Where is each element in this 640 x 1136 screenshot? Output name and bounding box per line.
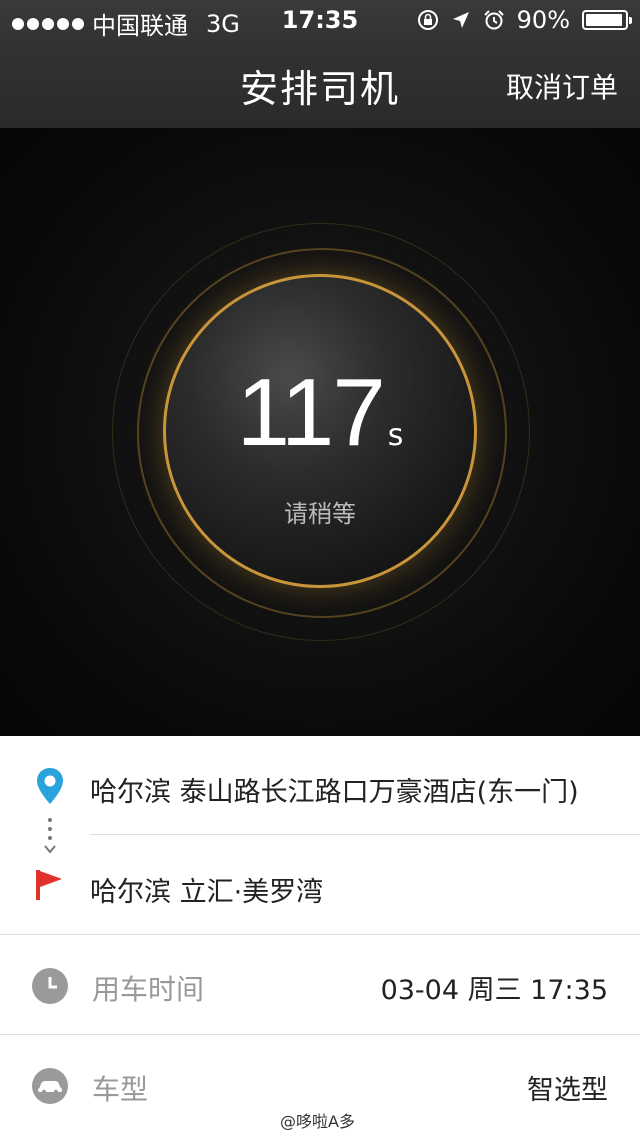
divider (0, 1034, 640, 1035)
battery-icon (582, 10, 632, 30)
status-right: 90% (417, 6, 632, 34)
watermark: @哆啦A多 (280, 1112, 355, 1131)
clock-icon (32, 968, 68, 1004)
start-address[interactable]: 哈尔滨 泰山路长江路口万豪酒店(东一门) (90, 770, 579, 809)
time-label: 用车时间 (92, 973, 205, 1006)
location-arrow-icon (452, 12, 469, 28)
countdown-stage: 117 s 请稍等 (0, 128, 640, 736)
trip-info-panel: 哈尔滨 泰山路长江路口万豪酒店(东一门) 哈尔滨 立汇·美罗湾 用车时间 03-… (0, 736, 640, 1136)
divider (90, 834, 640, 835)
status-bar: 中国联通 3G 17:35 90% (0, 0, 640, 40)
rotation-lock-icon (417, 10, 438, 30)
route-dots-icon (44, 818, 56, 854)
divider (0, 934, 640, 935)
countdown-display: 117 s (0, 358, 640, 468)
alarm-icon (483, 10, 504, 30)
time-value[interactable]: 03-04 周三 17:35 (381, 968, 608, 1007)
car-type-value[interactable]: 智选型 (527, 1068, 608, 1107)
destination-address[interactable]: 哈尔滨 立汇·美罗湾 (90, 870, 323, 909)
destination-flag-icon (36, 870, 62, 900)
navigation-bar: 安排司机 取消订单 (0, 40, 640, 128)
car-icon (32, 1068, 68, 1104)
start-location-pin-icon (37, 768, 63, 804)
car-type-label: 车型 (92, 1073, 149, 1106)
countdown-unit: s (387, 418, 404, 453)
wait-text: 请稍等 (284, 500, 356, 528)
countdown-value: 117 (236, 359, 386, 466)
battery-percent: 90% (516, 6, 570, 34)
cancel-order-button[interactable]: 取消订单 (506, 66, 618, 106)
